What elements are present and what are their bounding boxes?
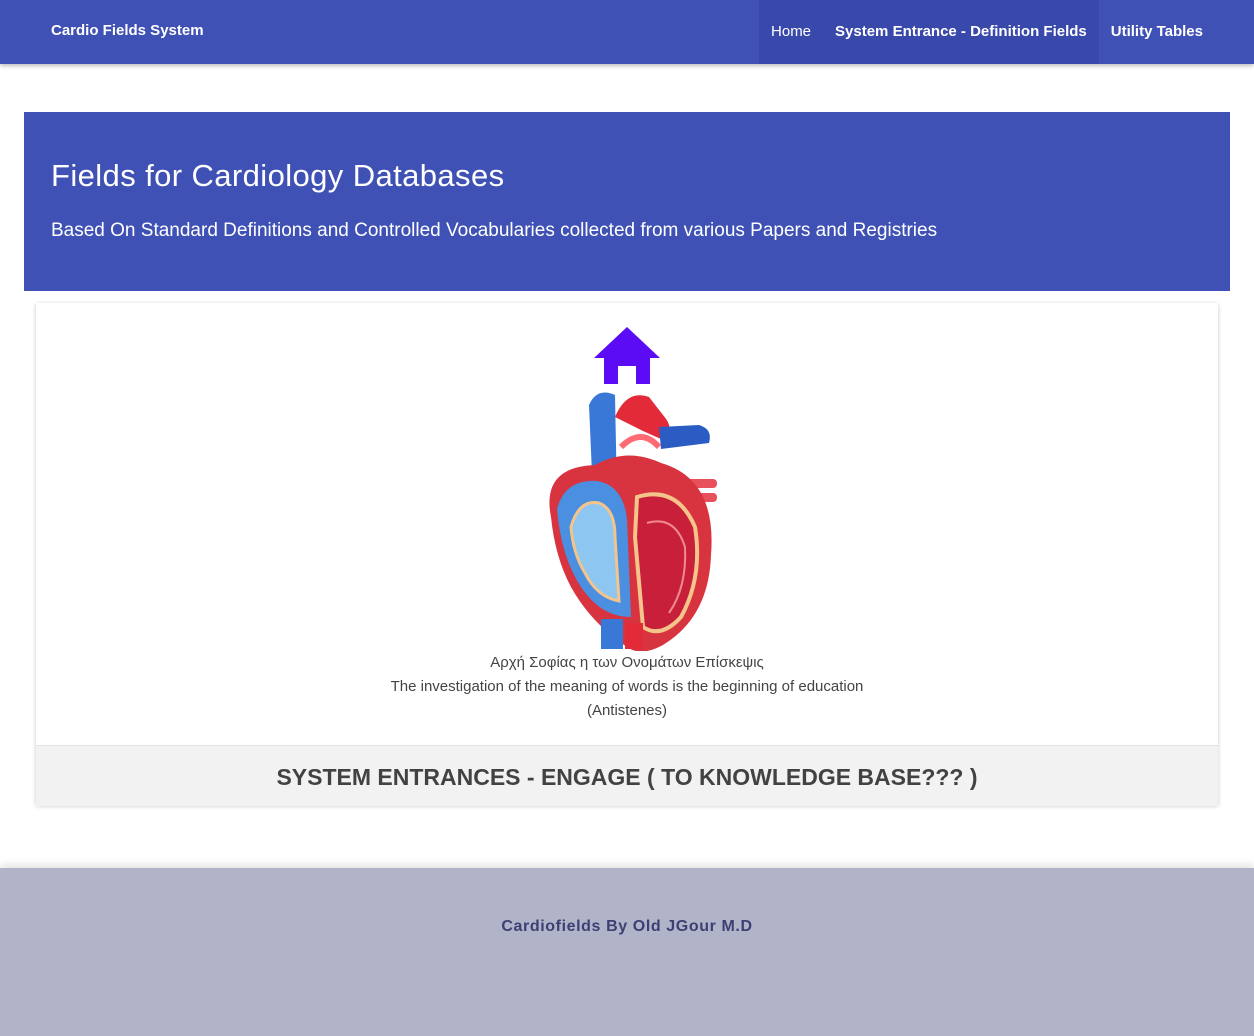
quote-greek: Αρχή Σοφίας η των Ονομάτων Επίσκεψις	[490, 654, 764, 671]
footer-credit: Cardiofields By Old JGour M.D	[501, 918, 753, 935]
quote-block: Αρχή Σοφίας η των Ονομάτων Επίσκεψις The…	[36, 651, 1218, 723]
home-icon[interactable]	[592, 325, 662, 387]
top-navbar: Cardio Fields System Home System Entranc…	[0, 0, 1254, 64]
nav-link-home[interactable]: Home	[759, 0, 824, 64]
system-entrance-button[interactable]: SYSTEM ENTRANCES - ENGAGE ( TO KNOWLEDGE…	[36, 745, 1218, 806]
quote-author: (Antistenes)	[586, 702, 668, 719]
nav-links: Home System Entrance - Definition Fields…	[759, 0, 1254, 64]
heart-anatomy-image	[549, 392, 717, 651]
nav-link-system-entrance[interactable]: System Entrance - Definition Fields	[823, 0, 1099, 64]
page-subtitle: Based On Standard Definitions and Contro…	[51, 220, 938, 241]
brand-link[interactable]: Cardio Fields System	[51, 22, 204, 39]
page-footer: Cardiofields By Old JGour M.D	[0, 868, 1254, 1036]
quote-english: The investigation of the meaning of word…	[390, 678, 864, 695]
entrance-card: Αρχή Σοφίας η των Ονομάτων Επίσκεψις The…	[36, 303, 1218, 806]
page-title: Fields for Cardiology Databases	[51, 158, 505, 193]
nav-link-utility-tables[interactable]: Utility Tables	[1099, 0, 1254, 64]
hero-banner: Fields for Cardiology Databases Based On…	[24, 112, 1230, 291]
